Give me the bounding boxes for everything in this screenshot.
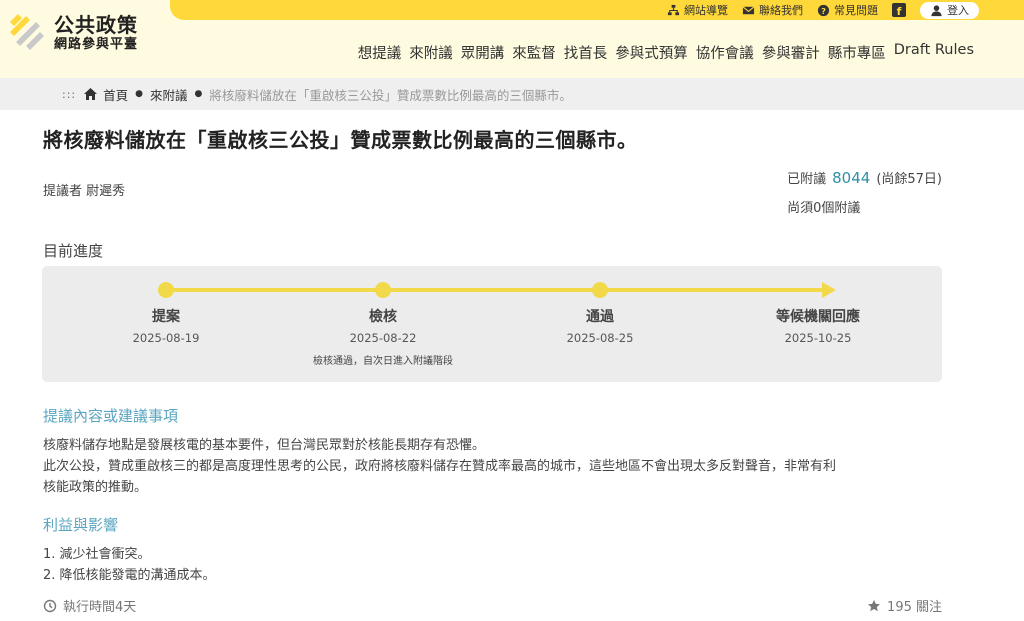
nav-item-propose[interactable]: 想提議 — [358, 42, 402, 63]
login-button[interactable]: 登入 — [920, 1, 979, 19]
benefits-heading: 利益與影響 — [43, 516, 119, 534]
sitemap-icon — [667, 4, 680, 15]
content-line-2: 此次公投，贊成重啟核三的都是高度理性思考的公民，政府將核廢料儲存在贊成率最高的城… — [43, 459, 837, 474]
logo-title: 公共政策 — [54, 13, 138, 37]
faq-label: 常見問題 — [834, 4, 878, 17]
progress-panel: 提案 2025-08-19 檢核 2025-08-22 檢核通過，自次日進入附議… — [42, 266, 942, 382]
stage-date: 2025-10-25 — [784, 331, 852, 345]
clock-icon — [43, 599, 57, 612]
breadcrumb-separator: ● — [194, 89, 203, 99]
login-label: 登入 — [947, 4, 969, 17]
svg-text:?: ? — [821, 5, 826, 15]
user-icon — [931, 4, 942, 16]
follow-button[interactable]: 195 關注 — [867, 596, 942, 615]
nav-item-endorse[interactable]: 來附議 — [409, 42, 453, 63]
facebook-icon[interactable]: f — [892, 3, 906, 17]
duration-info: 執行時間4天 — [43, 596, 136, 615]
benefit-item-2: 2. 降低核能發電的溝通成本。 — [43, 568, 216, 583]
remaining-days: (尚餘57日) — [876, 172, 942, 187]
stage-dot-review — [375, 282, 391, 298]
accesskey-marker[interactable]: ::: — [62, 88, 76, 101]
nav-item-discussion[interactable]: 眾開講 — [461, 42, 505, 63]
stage-date: 2025-08-22 — [349, 331, 417, 345]
breadcrumb-home-label: 首頁 — [103, 87, 129, 103]
site-header: 網站導覽 聯絡我們 ? 常見問題 f 登入 公共政策 網路參與平臺 想提議 來附… — [0, 0, 1024, 78]
needed-count: 尚須0個附議 — [787, 201, 861, 216]
progress-arrow-icon — [822, 282, 836, 298]
logo-subtitle: 網路參與平臺 — [54, 37, 139, 52]
stage-pass: 通過 2025-08-25 — [510, 306, 690, 345]
breadcrumb: ::: 首頁 ● 來附議 ● 將核廢料儲放在「重啟核三公投」贊成票數比例最高的三… — [0, 78, 1024, 110]
stage-name: 提案 — [152, 309, 180, 325]
endorsement-summary: 已附議 8044 (尚餘57日) 尚須0個附議 — [787, 168, 942, 216]
nav-item-officials[interactable]: 找首長 — [564, 42, 608, 63]
stage-date: 2025-08-25 — [566, 331, 634, 345]
logo-mark-icon — [10, 14, 44, 50]
page-title: 將核廢料儲放在「重啟核三公投」贊成票數比例最高的三個縣市。 — [43, 128, 638, 152]
nav-item-supervise[interactable]: 來監督 — [512, 42, 556, 63]
stage-propose: 提案 2025-08-19 — [76, 306, 256, 345]
stage-note: 檢核通過，自次日進入附議階段 — [313, 356, 453, 367]
stage-dot-propose — [158, 282, 174, 298]
proposer: 提議者 尉遲秀 — [43, 184, 126, 199]
faq-link[interactable]: ? 常見問題 — [817, 2, 878, 18]
duration-label: 執行時間4天 — [63, 600, 137, 615]
signed-label: 已附議 — [787, 172, 827, 187]
breadcrumb-current: 將核廢料儲放在「重啟核三公投」贊成票數比例最高的三個縣市。 — [209, 87, 572, 103]
sitemap-label: 網站導覽 — [684, 4, 728, 17]
top-utility-links: 網站導覽 聯絡我們 ? 常見問題 f 登入 — [667, 0, 979, 20]
contact-link[interactable]: 聯絡我們 — [742, 2, 803, 18]
follow-count: 195 關注 — [887, 600, 942, 615]
stage-name: 等候機關回應 — [776, 309, 860, 325]
stage-name: 檢核 — [369, 309, 397, 325]
stage-date: 2025-08-19 — [132, 331, 200, 345]
stage-awaiting-response: 等候機關回應 2025-10-25 — [728, 306, 908, 345]
progress-track — [166, 288, 826, 292]
content-line-1: 核廢料儲存地點是發展核電的基本要件，但台灣民眾對於核能長期存有恐懼。 — [43, 438, 486, 453]
nav-item-draft-rules[interactable]: Draft Rules — [894, 42, 974, 63]
stage-review: 檢核 2025-08-22 檢核通過，自次日進入附議階段 — [293, 306, 473, 367]
main-nav: 想提議 來附議 眾開講 來監督 找首長 參與式預算 協作會議 參與審計 縣市專區… — [358, 42, 974, 63]
nav-item-audit[interactable]: 參與審計 — [762, 42, 820, 63]
nav-item-county[interactable]: 縣市專區 — [828, 42, 886, 63]
stage-name: 通過 — [586, 309, 614, 325]
contact-label: 聯絡我們 — [759, 4, 803, 17]
question-icon: ? — [817, 4, 830, 16]
signed-count: 8044 — [832, 169, 871, 187]
breadcrumb-section[interactable]: 來附議 — [150, 85, 188, 104]
content-heading: 提議內容或建議事項 — [43, 407, 179, 425]
breadcrumb-home[interactable]: 首頁 — [83, 85, 128, 104]
progress-heading: 目前進度 — [43, 242, 104, 260]
content-line-3: 核能政策的推動。 — [43, 480, 148, 495]
stage-dot-pass — [592, 282, 608, 298]
mail-icon — [742, 5, 755, 14]
benefit-item-1: 1. 減少社會衝突。 — [43, 547, 151, 562]
nav-item-collab[interactable]: 協作會議 — [696, 42, 754, 63]
sitemap-link[interactable]: 網站導覽 — [667, 2, 728, 18]
star-icon — [868, 599, 881, 611]
home-icon — [84, 88, 98, 100]
nav-item-budget[interactable]: 參與式預算 — [615, 42, 688, 63]
site-logo[interactable]: 公共政策 網路參與平臺 — [6, 12, 138, 54]
breadcrumb-separator: ● — [135, 89, 143, 99]
